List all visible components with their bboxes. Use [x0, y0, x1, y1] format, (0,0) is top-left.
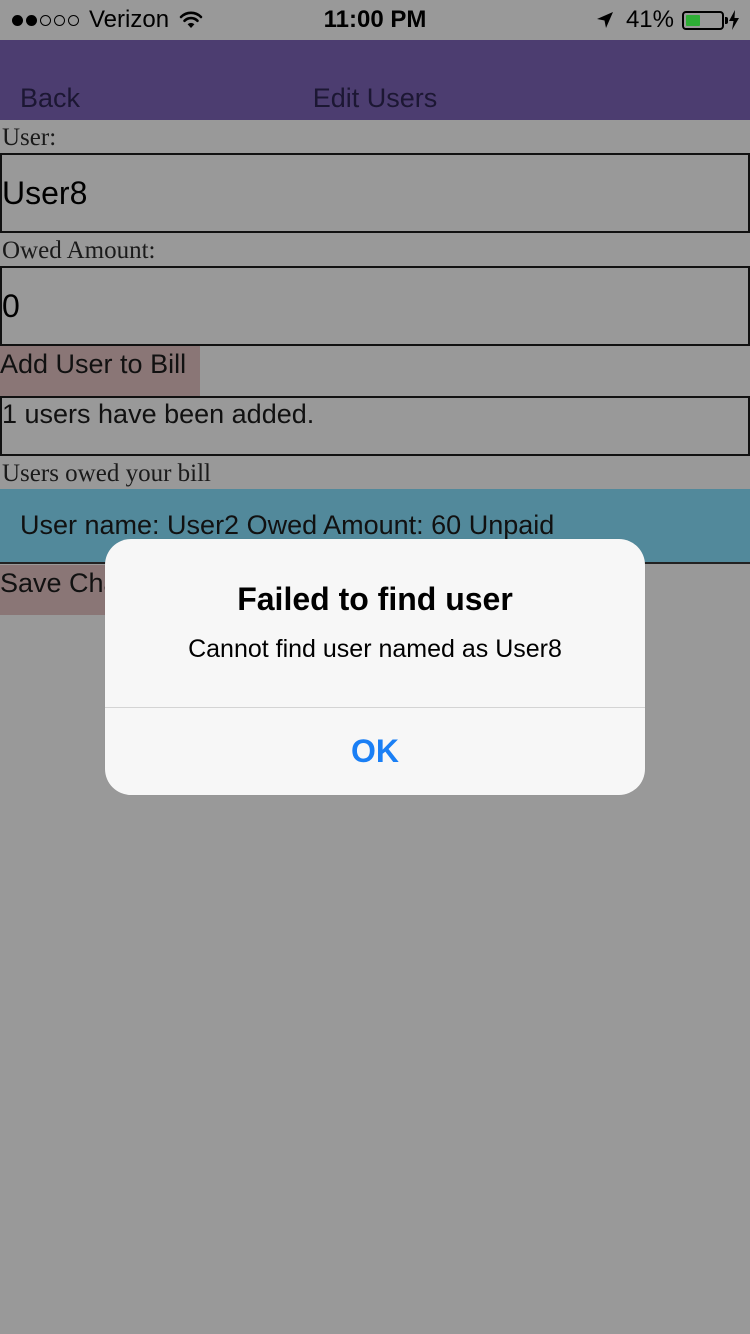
battery-level: [686, 14, 700, 26]
status-message: 1 users have been added.: [0, 396, 750, 456]
users-list-heading: Users owed your bill: [2, 460, 211, 487]
user-name-field[interactable]: User8: [0, 153, 750, 233]
navigation-bar: Back Edit Users: [0, 40, 750, 120]
alert-title: Failed to find user: [237, 581, 513, 617]
location-arrow-icon: [596, 11, 614, 29]
alert-message: Cannot find user named as User8: [188, 635, 562, 663]
status-bar: Verizon 11:00 PM 41%: [0, 0, 750, 40]
owed-amount-label: Owed Amount:: [2, 237, 156, 264]
charging-bolt-icon: [728, 10, 740, 30]
battery-icon: [682, 10, 728, 30]
owed-amount-field[interactable]: 0: [0, 266, 750, 346]
ok-button[interactable]: OK: [105, 708, 645, 795]
user-label: User:: [2, 124, 57, 151]
battery-percent: 41%: [625, 6, 674, 33]
add-user-button[interactable]: Add User to Bill: [0, 346, 200, 396]
status-right: 41%: [596, 6, 740, 34]
page-title: Edit Users: [312, 83, 438, 113]
alert-dialog: Failed to find user Cannot find user nam…: [105, 539, 645, 795]
